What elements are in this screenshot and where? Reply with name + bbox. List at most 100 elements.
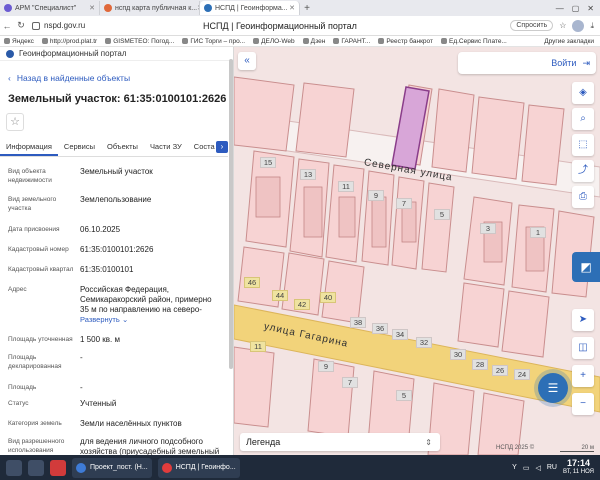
lock-icon [32,21,40,30]
back-arrow-icon[interactable]: ← [0,21,14,31]
bookmark-item[interactable]: ДЕЛО-Web [249,38,298,45]
map-tools-top: ◈ ⌕ ⬚ ⤴ ⎙ [572,82,594,208]
tabs-scroll-right-icon[interactable]: › [216,141,228,153]
house-number: 30 [450,349,466,360]
house-number: 1 [530,227,546,238]
house-number: 7 [342,377,358,388]
tab-objects[interactable]: Объекты [101,142,144,156]
info-value: 1 500 кв. м [80,335,120,344]
collapse-panel-button[interactable]: « [238,52,256,70]
bookmark-icon [105,38,112,44]
system-tray: Y ▭ ◁ RU 17:14 ВТ, 11 НОЯ [512,458,600,477]
info-value: - [80,383,83,392]
ask-button[interactable]: Спросить [510,20,554,31]
tab-label: нспд карта публичная к... [115,4,198,12]
bookmark-item[interactable]: GISMETEO: Погод... [101,38,178,45]
bookmark-item[interactable]: http://prod.plat.tr [38,38,101,45]
tab-services[interactable]: Сервисы [58,142,101,156]
zoom-in-icon[interactable]: + [572,365,594,387]
panel-scrollbar[interactable] [229,59,233,369]
taskbar-app-document[interactable]: Проект_пост. (Н... [72,457,152,478]
close-window-icon[interactable]: ✕ [587,4,594,13]
house-number: 40 [320,292,336,303]
bookmark-icon [41,38,48,44]
select-area-icon[interactable]: ⬚ [572,134,594,156]
tray-yandex-icon[interactable]: Y [512,464,517,471]
volume-icon[interactable]: ◁ [535,464,540,472]
favorite-star-icon[interactable]: ☆ [6,113,24,131]
back-to-results-link[interactable]: ‹ Назад в найденные объекты [8,73,130,83]
bookmark-item[interactable]: ГИС Торги – про... [178,38,249,45]
maximize-icon[interactable]: ▢ [572,4,580,13]
avatar[interactable] [572,19,585,32]
house-number: 42 [294,299,310,310]
bookmark-item[interactable]: ГАРАНТ... [329,38,374,45]
layers-icon[interactable]: ◈ [572,82,594,104]
new-tab-button[interactable]: + [300,3,314,14]
url-field[interactable]: nspd.gov.ru [32,21,85,30]
bookmark-map-icon[interactable]: ◫ [572,337,594,359]
map-scale: 20 м [560,445,594,452]
login-label: Войти [551,58,577,68]
bookmark-item[interactable]: Реестр банкрот [374,38,437,45]
close-icon[interactable]: ✕ [89,4,95,12]
close-icon[interactable]: ✕ [289,4,295,12]
portal-header: Геоинформационный портал [0,47,233,61]
start-menu-icon[interactable] [6,459,22,476]
chevron-down-icon[interactable]: ⌄ [122,315,128,324]
expand-link[interactable]: Развернуть [80,315,120,324]
house-number: 11 [338,181,354,192]
search-icon[interactable]: ⌕ [572,108,594,130]
info-key: Кадастровый номер [8,246,69,253]
bookmark-item[interactable]: Дзен [299,38,330,45]
bookmark-item[interactable]: Яндекс [0,38,38,45]
browser-icon[interactable] [50,459,66,476]
bookmark-icon [4,38,10,44]
clock[interactable]: 17:14 ВТ, 11 НОЯ [563,458,594,477]
info-value: Учтенный [80,399,117,408]
house-number: 13 [300,169,316,180]
window-controls: — ▢ ✕ [556,4,600,13]
tab-parts[interactable]: Части ЗУ [144,142,188,156]
bookmark-item[interactable]: Ед.Сервис Плате... [437,38,511,45]
house-number: 15 [260,157,276,168]
bookmark-icon[interactable]: ☆ [559,21,566,30]
house-number: 24 [514,369,530,380]
chat-icon[interactable]: ☰ [538,373,568,403]
print-icon[interactable]: ⎙ [572,186,594,208]
house-number: 11 [250,341,266,352]
house-number: 34 [392,329,408,340]
house-number: 9 [368,190,384,201]
info-value: 06.10.2025 [80,225,121,234]
download-icon[interactable]: ⤓ [590,21,594,31]
portal-name: Геоинформационный портал [19,49,127,58]
bookmark-icon [182,38,189,44]
locate-icon[interactable]: ➤ [572,309,594,331]
back-label: Назад в найденные объекты [16,73,131,83]
address-bar-actions: Спросить ☆ ⤓ [510,19,600,32]
browser-tab-arm[interactable]: АРМ "Специалист" ✕ [0,1,100,15]
file-manager-icon[interactable] [28,459,44,476]
house-number: 3 [480,223,496,234]
taskbar-app-browser[interactable]: НСПД | Геоинфо... [157,457,240,478]
reload-icon[interactable]: ↻ [14,20,28,31]
measure-tool-icon[interactable]: ◩ [572,252,600,282]
minimize-icon[interactable]: — [556,4,564,13]
other-bookmarks[interactable]: Другие закладки [540,38,600,45]
house-number: 9 [318,361,334,372]
chevron-left-icon: ‹ [8,73,11,83]
keyboard-layout[interactable]: RU [547,464,557,471]
tab-info[interactable]: Информация [0,142,58,156]
bookmark-icon [253,38,260,44]
legend-dropdown[interactable]: Легенда ⇕ [240,433,440,451]
share-icon[interactable]: ⤴ [572,160,594,182]
cadastral-map[interactable]: Северная улица улица Гагарина 15 13 11 9… [234,47,600,455]
browser-tab-nspd[interactable]: НСПД | Геоинформа... ✕ [200,1,300,15]
login-button[interactable]: Войти ⇥ [458,52,596,74]
zoom-out-icon[interactable]: − [572,393,594,415]
bookmark-icon [440,38,447,44]
browser-tab-search[interactable]: нспд карта публичная к... ✕ [100,1,200,15]
url-text: nspd.gov.ru [44,21,86,30]
info-value: Земельный участок [80,167,153,176]
network-icon[interactable]: ▭ [523,464,530,472]
